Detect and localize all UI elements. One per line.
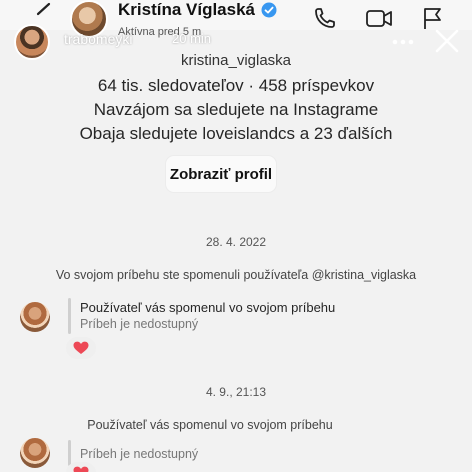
view-profile-button[interactable]: Zobraziť profil [166,156,276,192]
story-unavailable-label: Príbeh je nedostupný [80,447,199,461]
story-username[interactable]: trabomeyki [64,31,132,47]
contact-name[interactable]: Kristína Víglaská [118,0,255,20]
story-reply-bar [68,440,71,466]
more-options-icon[interactable] [392,39,414,45]
sender-avatar[interactable] [20,302,50,332]
heart-reaction-icon[interactable] [66,337,96,359]
profile-stats: 64 tis. sledovateľov · 458 príspevkov [97,76,375,95]
story-time-ago: 20 min [172,31,212,46]
sender-avatar[interactable] [20,438,50,468]
story-mention-note: Používateľ vás spomenul vo svojom príbeh… [87,418,333,432]
mutual-follow-note: Navzájom sa sledujete na Instagrame [93,100,379,119]
close-icon[interactable] [434,28,460,54]
verified-badge-icon [261,2,277,18]
heart-reaction-icon[interactable] [66,462,96,472]
shared-follows-note[interactable]: Obaja sledujete loveislandcs a 23 ďalšíc… [0,124,472,144]
story-mention-title[interactable]: Používateľ vás spomenul vo svojom príbeh… [80,300,335,315]
story-unavailable-label: Príbeh je nedostupný [80,317,199,331]
flag-report-icon[interactable] [421,6,443,30]
date-separator: 28. 4. 2022 [205,235,267,249]
back-chevron-icon[interactable] [34,2,52,20]
video-call-icon[interactable] [365,6,393,30]
date-separator: 4. 9., 21:13 [205,385,267,399]
phone-call-icon[interactable] [313,6,337,30]
story-mention-note: Vo svojom príbehu ste spomenuli používat… [55,268,417,282]
profile-handle: kristina_viglaska [180,52,292,69]
story-reply-bar [68,298,71,334]
